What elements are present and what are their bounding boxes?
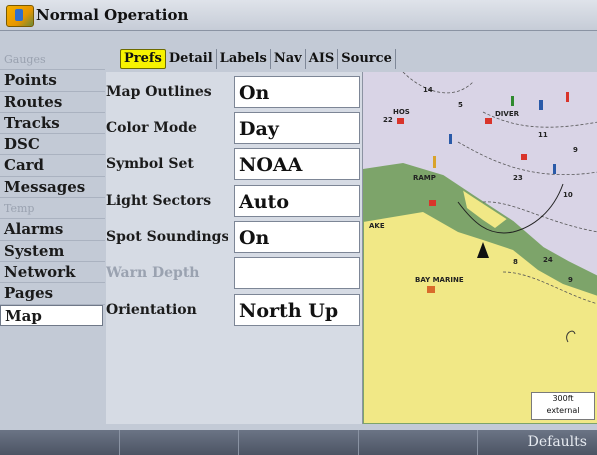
tab-nav[interactable]: Nav (271, 49, 306, 69)
setting-label: Orientation (106, 302, 197, 318)
tab-prefs[interactable]: Prefs (120, 49, 166, 69)
softkey-bar: Defaults (0, 430, 597, 455)
map-label-ramp: RAMP (413, 174, 436, 182)
screen: Normal Operation Gauges Points Routes Tr… (0, 0, 597, 455)
map-outlines-field[interactable]: On (234, 76, 360, 108)
chart-drawing: 14 5 22 11 9 23 10 24 8 9 DIVER HOS RAMP… (363, 72, 597, 424)
sidebar-item-card[interactable]: Card (0, 155, 105, 177)
setting-label: Map Outlines (106, 84, 212, 100)
app-icon (6, 5, 34, 27)
sidebar-item-routes[interactable]: Routes (0, 92, 105, 113)
light-sectors-field[interactable]: Auto (234, 185, 360, 217)
setting-label: Color Mode (106, 120, 197, 136)
sidebar-item-alarms[interactable]: Alarms (0, 219, 105, 241)
sidebar-item-points[interactable]: Points (0, 70, 105, 92)
tab-labels[interactable]: Labels (217, 49, 271, 69)
warn-depth-field (234, 257, 360, 289)
softkey-2[interactable] (120, 430, 240, 455)
setting-label: Spot Soundings (106, 229, 228, 245)
defaults-button[interactable]: Defaults (478, 430, 597, 455)
sidebar-item-pages[interactable]: Pages (0, 283, 105, 305)
setting-row-symbol-set: Symbol Set NOAA (106, 146, 362, 182)
svg-text:10: 10 (563, 191, 573, 199)
sidebar: Gauges Points Routes Tracks DSC Card Mes… (0, 49, 105, 326)
scale-distance: 300ft (552, 394, 574, 403)
softkey-4[interactable] (359, 430, 479, 455)
setting-row-map-outlines: Map Outlines On (106, 74, 362, 110)
chart-preview: 14 5 22 11 9 23 10 24 8 9 DIVER HOS RAMP… (362, 72, 597, 424)
marker-icon (397, 118, 404, 124)
orientation-field[interactable]: North Up (234, 294, 360, 326)
setting-row-color-mode: Color Mode Day (106, 110, 362, 146)
symbol-set-field[interactable]: NOAA (234, 148, 360, 180)
buoy-icon (539, 100, 543, 110)
sidebar-item-gauges[interactable]: Gauges (0, 49, 105, 71)
tab-ais[interactable]: AIS (306, 49, 339, 69)
setting-label: Symbol Set (106, 156, 194, 172)
title-bar: Normal Operation (0, 0, 597, 31)
svg-text:5: 5 (458, 101, 463, 109)
sidebar-item-messages[interactable]: Messages (0, 177, 105, 199)
svg-text:9: 9 (568, 276, 573, 284)
softkey-1[interactable] (0, 430, 120, 455)
map-label-bay-marine: BAY MARINE (415, 276, 464, 284)
setting-row-warn-depth: Warn Depth (106, 255, 362, 291)
setting-row-light-sectors: Light Sectors Auto (106, 183, 362, 219)
marker-icon (429, 200, 436, 206)
sidebar-item-map[interactable]: Map (0, 304, 103, 326)
scale-source: external (546, 406, 580, 415)
spot-soundings-field[interactable]: On (234, 221, 360, 253)
buoy-icon (449, 134, 452, 144)
tab-source[interactable]: Source (338, 49, 396, 69)
svg-text:14: 14 (423, 86, 433, 94)
map-label-ake: AKE (369, 222, 385, 230)
marina-icon (427, 286, 435, 293)
map-label-hos: HOS (393, 108, 410, 116)
buoy-icon (511, 96, 514, 106)
tab-detail[interactable]: Detail (166, 49, 217, 69)
light-icon (433, 156, 436, 168)
svg-text:8: 8 (513, 258, 518, 266)
sidebar-item-tracks[interactable]: Tracks (0, 113, 105, 135)
svg-text:22: 22 (383, 116, 393, 124)
map-label-diver: DIVER (495, 110, 520, 118)
setting-row-orientation: Orientation North Up (106, 292, 362, 328)
tab-bar: Prefs Detail Labels Nav AIS Source (120, 48, 396, 70)
sidebar-item-temp[interactable]: Temp (0, 198, 105, 220)
marker-icon (485, 118, 492, 124)
setting-label: Light Sectors (106, 193, 212, 209)
buoy-icon (566, 92, 569, 102)
map-scale: 300ft external (531, 392, 595, 420)
setting-row-spot-soundings: Spot Soundings On (106, 219, 362, 255)
setting-label: Warn Depth (106, 265, 200, 281)
sidebar-item-system[interactable]: System (0, 241, 105, 262)
softkey-3[interactable] (239, 430, 359, 455)
svg-text:24: 24 (543, 256, 553, 264)
svg-text:11: 11 (538, 131, 548, 139)
svg-text:23: 23 (513, 174, 523, 182)
buoy-icon (553, 164, 556, 174)
sidebar-item-network[interactable]: Network (0, 262, 105, 284)
svg-text:9: 9 (573, 146, 578, 154)
sidebar-item-dsc[interactable]: DSC (0, 134, 105, 156)
page-title: Normal Operation (36, 6, 189, 24)
settings-panel: Map Outlines On Color Mode Day Symbol Se… (106, 72, 362, 424)
marker-icon (521, 154, 527, 160)
color-mode-field[interactable]: Day (234, 112, 360, 144)
